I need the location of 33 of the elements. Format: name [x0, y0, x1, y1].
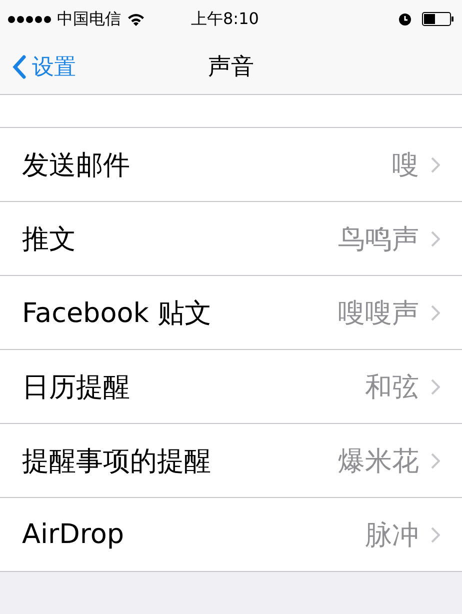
alarm-clock-icon — [398, 12, 412, 26]
chevron-icon — [431, 452, 440, 468]
status-time: 上午8:10 — [191, 8, 259, 30]
row-label: 提醒事项的提醒 — [22, 444, 211, 478]
row-label: 日历提醒 — [22, 370, 130, 404]
settings-row[interactable]: 提醒事项的提醒 爆米花 — [0, 424, 462, 498]
row-value: 脉冲 — [365, 518, 419, 552]
settings-row[interactable]: AirDrop 脉冲 — [0, 498, 462, 572]
settings-row[interactable]: Facebook 贴文 嗖嗖声 — [0, 276, 462, 350]
row-value: 鸟鸣声 — [338, 222, 419, 256]
nav-title: 声音 — [208, 53, 254, 82]
settings-row[interactable]: 发送邮件 嗖 — [0, 128, 462, 202]
settings-row[interactable]: 日历提醒 和弦 — [0, 350, 462, 424]
chevron-icon — [431, 526, 440, 542]
row-value: 爆米花 — [338, 444, 419, 478]
row-value: 嗖 — [392, 148, 419, 182]
back-button[interactable]: 设置 — [0, 50, 82, 82]
row-label: AirDrop — [22, 519, 124, 550]
battery-icon — [422, 12, 454, 26]
carrier-name: 中国电信 — [57, 8, 121, 30]
row-label: Facebook 贴文 — [22, 296, 212, 330]
row-label: 发送邮件 — [22, 148, 130, 182]
row-label: 推文 — [22, 222, 76, 256]
wifi-icon — [127, 12, 145, 26]
chevron-icon — [431, 230, 440, 246]
settings-row[interactable]: 推文 鸟鸣声 — [0, 202, 462, 276]
row-value: 和弦 — [365, 370, 419, 404]
back-chevron-icon — [12, 54, 26, 78]
signal-icon — [8, 16, 51, 22]
chevron-icon — [431, 156, 440, 172]
chevron-icon — [431, 378, 440, 394]
row-value: 嗖嗖声 — [338, 296, 419, 330]
chevron-icon — [431, 304, 440, 320]
